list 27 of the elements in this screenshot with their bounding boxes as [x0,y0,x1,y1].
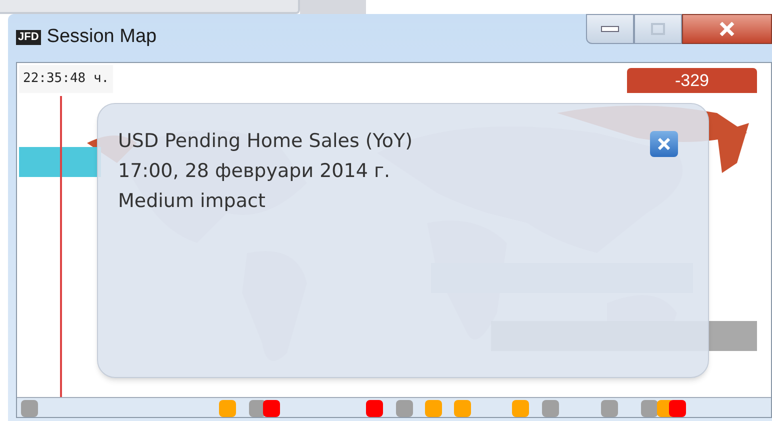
app-logo: JFD [16,30,41,44]
event-datetime: 17:00, 28 февруари 2014 г. [118,159,391,184]
popup-close-button[interactable] [650,131,678,157]
maximize-icon [651,23,665,35]
maximize-button[interactable] [634,14,682,44]
event-marker[interactable] [512,400,529,417]
minimize-icon [601,26,619,32]
event-impact: Medium impact [118,189,266,214]
event-marker[interactable] [454,400,471,417]
event-marker[interactable] [263,400,280,417]
close-icon [719,22,735,36]
event-marker[interactable] [425,400,442,417]
window-title: Session Map [46,24,157,49]
clock-label: 22:35:48 ч. [19,65,114,92]
event-marker[interactable] [601,400,618,417]
close-icon [658,138,670,150]
minimize-button[interactable] [586,14,634,44]
event-marker[interactable] [542,400,559,417]
event-marker[interactable] [396,400,413,417]
balance-badge: -329 [627,68,757,93]
event-marker[interactable] [21,400,38,417]
close-button[interactable] [682,14,772,44]
event-marker[interactable] [366,400,383,417]
event-marker[interactable] [669,400,686,417]
event-title: USD Pending Home Sales (YoY) [118,129,413,154]
event-marker[interactable] [219,400,236,417]
event-marker[interactable] [641,400,658,417]
